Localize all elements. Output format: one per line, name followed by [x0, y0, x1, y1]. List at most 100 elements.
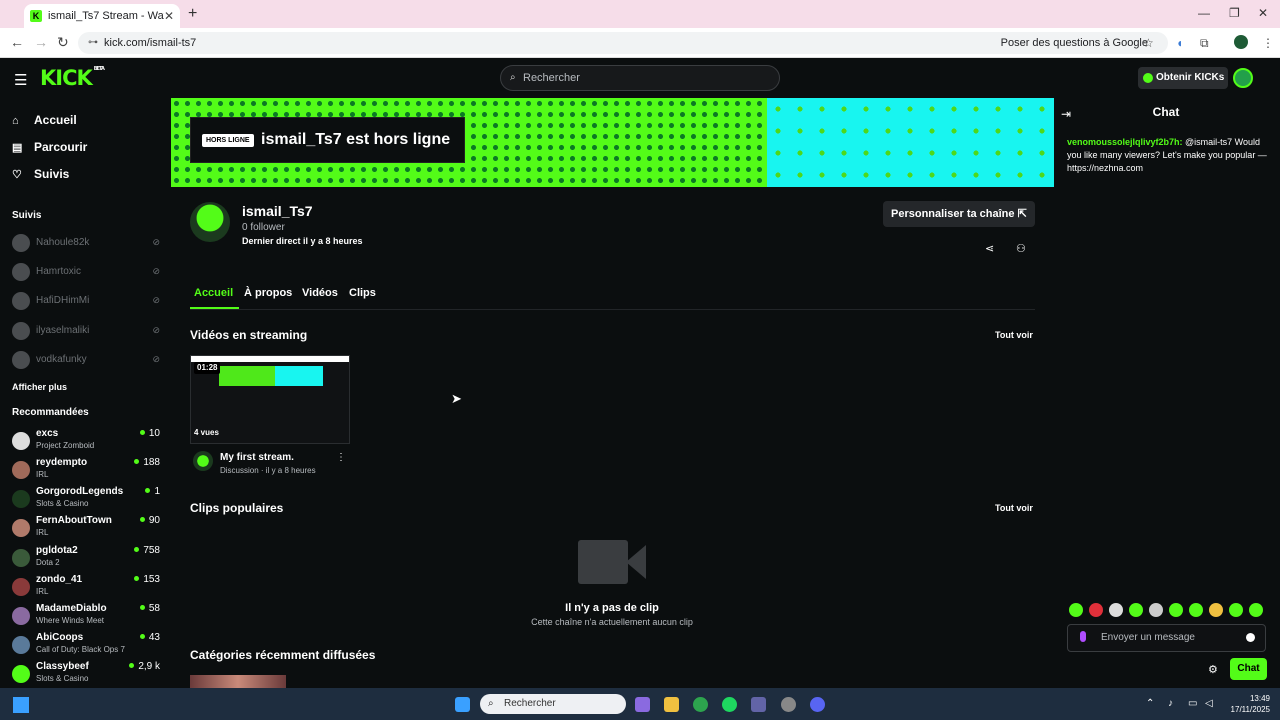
- recommended-channel[interactable]: zondo_41 IRL 153: [12, 574, 160, 602]
- video-more-icon[interactable]: ⋮: [336, 452, 346, 463]
- last-live: Dernier direct il y a 8 heures: [242, 236, 363, 246]
- clock[interactable]: 13:49 17/11/2025: [1222, 693, 1270, 715]
- new-tab-icon[interactable]: +: [188, 5, 197, 23]
- browser-menu-icon[interactable]: ⋮: [1262, 36, 1274, 50]
- close-window-icon[interactable]: ✕: [1258, 6, 1268, 20]
- tray-mic-icon[interactable]: ♪: [1168, 698, 1173, 709]
- spotify-icon[interactable]: [722, 697, 737, 712]
- app-icon[interactable]: [781, 697, 796, 712]
- emote-icon[interactable]: [1229, 603, 1243, 617]
- followed-channel[interactable]: Nahoule82k ⊘: [12, 232, 160, 252]
- emote-icon[interactable]: [1149, 603, 1163, 617]
- category-thumbnail[interactable]: [190, 675, 286, 688]
- emote-icon[interactable]: [1109, 603, 1123, 617]
- reload-icon[interactable]: ↻: [57, 34, 69, 51]
- emote-icon[interactable]: [1249, 603, 1263, 617]
- nav-browse-label: Parcourir: [34, 140, 88, 154]
- nav-home[interactable]: ⌂ Accueil: [12, 113, 77, 127]
- user-avatar[interactable]: [1233, 68, 1253, 88]
- forward-icon[interactable]: →: [34, 34, 48, 50]
- widgets-icon[interactable]: [455, 697, 470, 712]
- recommended-channel[interactable]: pgldota2 Dota 2 758: [12, 545, 160, 573]
- ask-google-button[interactable]: Poser des questions à Google: [1001, 37, 1148, 49]
- channel-avatar[interactable]: [190, 202, 230, 242]
- emote-icon[interactable]: [1129, 603, 1143, 617]
- user-settings-icon[interactable]: ⚇: [1016, 242, 1026, 255]
- followed-channel[interactable]: Hamrtoxic ⊘: [12, 261, 160, 281]
- recommended-channel[interactable]: FernAboutTown IRL 90: [12, 515, 160, 543]
- recommended-channel[interactable]: GorgorodLegends Slots & Casino 1: [12, 486, 160, 514]
- get-kicks-button[interactable]: Obtenir KICKs: [1138, 67, 1228, 89]
- search-input[interactable]: ⌕ Rechercher: [500, 65, 780, 91]
- show-more-link[interactable]: Afficher plus: [12, 382, 67, 392]
- emote-icon[interactable]: [1089, 603, 1103, 617]
- extensions-puzzle-icon[interactable]: ⧉: [1200, 36, 1209, 51]
- emote-icon[interactable]: [1169, 603, 1183, 617]
- kicks-icon: [1143, 73, 1153, 83]
- site-info-icon[interactable]: ⊶: [88, 32, 98, 54]
- browser-profile-avatar[interactable]: [1234, 35, 1248, 49]
- followed-channel[interactable]: ilyaselmaliki ⊘: [12, 320, 160, 340]
- collapse-chat-icon[interactable]: ⇥: [1061, 107, 1071, 121]
- videos-see-all-link[interactable]: Tout voir: [995, 330, 1033, 340]
- tab-clips[interactable]: Clips: [349, 287, 376, 299]
- nav-following[interactable]: ♡ Suivis: [12, 167, 69, 181]
- browser-tab[interactable]: K ismail_Ts7 Stream - Watch Live ✕: [24, 4, 180, 28]
- customize-channel-button[interactable]: Personnaliser ta chaîne ⇱: [883, 201, 1035, 227]
- nav-browse[interactable]: ▤ Parcourir: [12, 140, 87, 154]
- recommended-channel[interactable]: AbiCoops Call of Duty: Black Ops 7 43: [12, 632, 160, 660]
- recommended-channel[interactable]: Classybeef Slots & Casino 2,9 k: [12, 661, 160, 689]
- video-camera-lens-icon: [626, 545, 646, 579]
- channel-category: Slots & Casino: [36, 674, 89, 683]
- microphone-icon[interactable]: [1080, 631, 1086, 642]
- emote-icon[interactable]: [1209, 603, 1223, 617]
- extension-icon[interactable]: ◖: [1176, 36, 1183, 50]
- offline-title: ismail_Ts7 est hors ligne: [261, 131, 451, 148]
- chat-send-button[interactable]: Chat: [1230, 658, 1267, 680]
- emoji-picker-icon[interactable]: [1246, 633, 1255, 642]
- recommended-channel[interactable]: reydempto IRL 188: [12, 457, 160, 485]
- tab-home[interactable]: Accueil: [194, 287, 233, 299]
- restore-icon[interactable]: ❐: [1229, 6, 1240, 20]
- emote-icon[interactable]: [1069, 603, 1083, 617]
- discord-icon[interactable]: [810, 697, 825, 712]
- channel-name: Hamrtoxic: [36, 266, 82, 277]
- video-title[interactable]: My first stream.: [220, 452, 294, 463]
- windows-start-icon[interactable]: [13, 697, 29, 713]
- followed-channel[interactable]: HafiDHimMi ⊘: [12, 290, 160, 310]
- minimize-icon[interactable]: —: [1198, 6, 1210, 20]
- emote-icon[interactable]: [1189, 603, 1203, 617]
- video-camera-icon: [578, 540, 628, 584]
- teams-icon[interactable]: [751, 697, 766, 712]
- kick-logo[interactable]: KICK BETA: [40, 66, 105, 90]
- chat-settings-gear-icon[interactable]: ⚙: [1208, 663, 1218, 676]
- network-icon[interactable]: ▭: [1188, 698, 1197, 709]
- copilot-icon[interactable]: [635, 697, 650, 712]
- recommended-section-title: Recommandées: [12, 407, 89, 418]
- customize-channel-label: Personnaliser ta chaîne: [891, 208, 1015, 220]
- channel-category: IRL: [36, 528, 49, 537]
- beta-label: BETA: [93, 66, 105, 72]
- taskbar-search-input[interactable]: ⌕ Rechercher: [480, 694, 626, 714]
- clips-see-all-link[interactable]: Tout voir: [995, 503, 1033, 513]
- menu-hamburger-icon[interactable]: ☰: [14, 71, 27, 89]
- recommended-channel[interactable]: excs Project Zomboid 10: [12, 428, 160, 456]
- tray-expand-icon[interactable]: ⌃: [1146, 698, 1154, 709]
- viewer-count: 58: [140, 603, 160, 614]
- channel-name: HafiDHimMi: [36, 295, 90, 306]
- video-channel-avatar[interactable]: [193, 451, 213, 471]
- volume-icon[interactable]: ◁: [1205, 698, 1213, 709]
- chrome-icon[interactable]: [693, 697, 708, 712]
- followed-channel[interactable]: vodkafunky ⊘: [12, 349, 160, 369]
- file-explorer-icon[interactable]: [664, 697, 679, 712]
- tab-videos[interactable]: Vidéos: [302, 287, 338, 299]
- chat-username[interactable]: venomoussolejlqlivyf2b7h:: [1067, 137, 1183, 147]
- recommended-channel[interactable]: MadameDiablo Where Winds Meet 58: [12, 603, 160, 631]
- share-icon[interactable]: ⋖: [985, 242, 994, 255]
- tab-about[interactable]: À propos: [244, 287, 292, 299]
- bookmark-star-icon[interactable]: ☆: [1143, 36, 1154, 50]
- chat-message-input[interactable]: Envoyer un message: [1067, 624, 1266, 652]
- follower-count: 0 follower: [242, 222, 285, 233]
- back-icon[interactable]: ←: [10, 34, 24, 50]
- close-tab-icon[interactable]: ✕: [164, 9, 174, 23]
